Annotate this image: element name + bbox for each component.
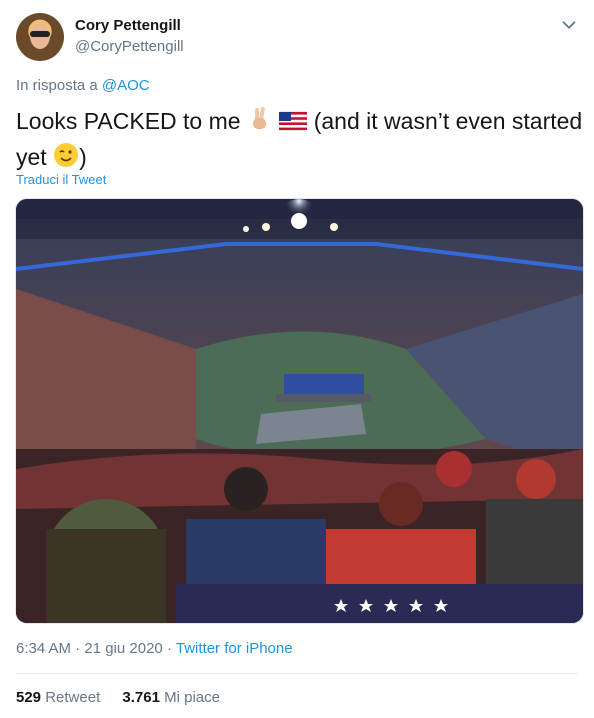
tweet-text: Looks PACKED to me (and it wasn’t even s… — [16, 105, 586, 177]
reply-prefix: In risposta a — [16, 77, 98, 94]
tweet-stats: 529 Retweet 3.761 Mi piace — [16, 689, 238, 706]
victory-hand-icon — [247, 106, 273, 141]
tweet-line1-rest: (and it wasn’t even started — [313, 108, 583, 134]
avatar[interactable] — [16, 13, 64, 61]
arena-crowd-photo — [16, 199, 583, 623]
tweet-photo[interactable] — [15, 198, 584, 624]
chevron-down-icon[interactable] — [558, 14, 580, 36]
tweet-line2-rest: ) — [79, 144, 87, 170]
like-count-label: Mi piace — [164, 689, 220, 706]
reply-mention-link[interactable]: @AOC — [102, 77, 150, 94]
meta-separator: · — [166, 640, 172, 657]
divider — [16, 673, 578, 674]
author-name[interactable]: Cory Pettengill — [75, 17, 181, 34]
tweet-line2: yet — [16, 144, 47, 170]
reply-context: In risposta a @AOC — [16, 77, 150, 94]
tweet-source-link[interactable]: Twitter for iPhone — [176, 640, 293, 657]
like-count-value: 3.761 — [122, 689, 160, 706]
retweet-count[interactable]: 529 Retweet — [16, 689, 104, 706]
avatar-sunglasses — [30, 31, 50, 37]
translate-tweet-link[interactable]: Traduci il Tweet — [16, 172, 106, 187]
retweet-count-value: 529 — [16, 689, 42, 706]
like-count[interactable]: 3.761 Mi piace — [122, 689, 220, 706]
author-handle[interactable]: @CoryPettengill — [75, 38, 184, 55]
us-flag-icon — [278, 108, 308, 141]
retweet-count-label: Retweet — [45, 689, 101, 706]
tweet-timestamp[interactable]: 6:34 AM · 21 giu 2020 — [16, 640, 163, 657]
tweet-meta: 6:34 AM · 21 giu 2020 · Twitter for iPho… — [16, 640, 293, 657]
tweet-line1: Looks PACKED to me — [16, 108, 241, 134]
